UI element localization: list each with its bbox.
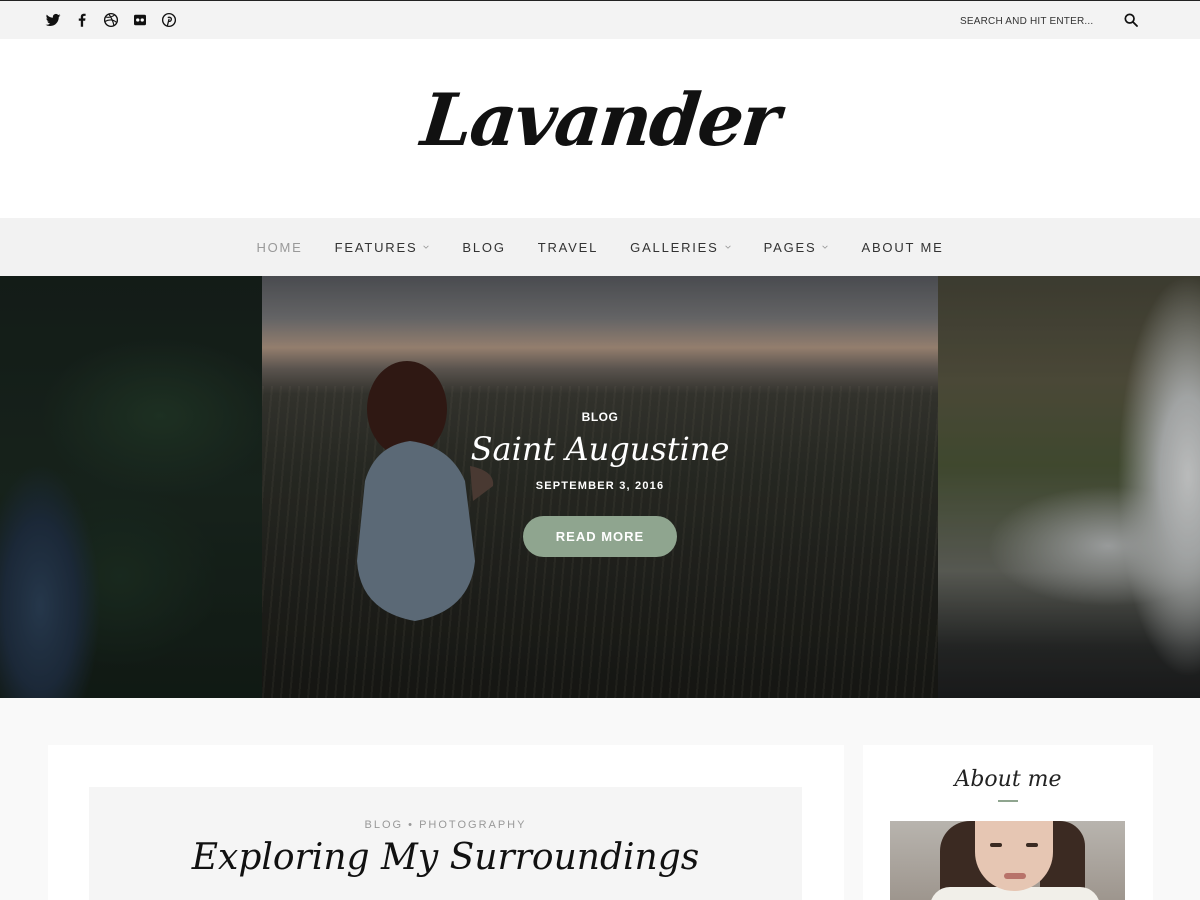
nav-label: TRAVEL — [537, 239, 599, 255]
social-links — [44, 11, 189, 29]
nav-item-blog[interactable]: BLOG — [462, 240, 505, 255]
search-icon[interactable] — [1123, 12, 1141, 30]
nav-label: ABOUT ME — [861, 239, 944, 255]
nav-label: PAGES — [763, 239, 817, 255]
slide-title[interactable]: Saint Augustine — [262, 430, 938, 468]
slide-caption: BLOG Saint Augustine SEPTEMBER 3, 2016 R… — [262, 410, 938, 557]
nav-item-travel[interactable]: TRAVEL — [538, 240, 598, 255]
title-divider — [998, 800, 1018, 802]
top-bar — [0, 0, 1200, 39]
chevron-down-icon — [724, 245, 731, 249]
nav-item-galleries[interactable]: GALLERIES — [630, 240, 731, 255]
featured-slider: BLOG Saint Augustine SEPTEMBER 3, 2016 R… — [0, 276, 1200, 698]
chevron-down-icon — [822, 245, 829, 249]
main-navigation: HOME FEATURES BLOG TRAVEL GALLERIES PAGE… — [0, 218, 1200, 276]
search-box — [960, 10, 1150, 32]
nav-label: BLOG — [462, 239, 506, 255]
slide-previous-image[interactable] — [0, 276, 262, 698]
slide-date: SEPTEMBER 3, 2016 — [535, 480, 665, 492]
category-separator: • — [408, 819, 415, 831]
nav-item-home[interactable]: HOME — [256, 240, 302, 255]
widget-title: About me — [954, 767, 1062, 792]
nav-item-about-me[interactable]: ABOUT ME — [861, 240, 943, 255]
slide-next-image[interactable] — [938, 276, 1200, 698]
post-category-blog[interactable]: BLOG — [365, 819, 404, 831]
sidebar-about-widget: About me — [863, 745, 1153, 900]
post-title[interactable]: Exploring My Surroundings — [89, 837, 802, 878]
post-categories: BLOG • PHOTOGRAPHY — [89, 819, 802, 831]
dribbble-icon[interactable] — [102, 11, 120, 29]
flickr-icon[interactable] — [131, 11, 149, 29]
post-card: BLOG • PHOTOGRAPHY Exploring My Surround… — [48, 745, 844, 900]
twitter-icon[interactable] — [44, 11, 62, 29]
nav-item-features[interactable]: FEATURES — [335, 240, 431, 255]
nav-label: FEATURES — [334, 239, 418, 255]
header-logo-area: Lavander — [0, 39, 1200, 218]
pinterest-icon[interactable] — [160, 11, 178, 29]
facebook-icon[interactable] — [73, 11, 91, 29]
slide-category[interactable]: BLOG — [262, 410, 938, 424]
post-header: BLOG • PHOTOGRAPHY Exploring My Surround… — [89, 787, 802, 900]
post-category-photography[interactable]: PHOTOGRAPHY — [419, 819, 526, 831]
about-me-photo — [890, 821, 1125, 900]
nav-label: HOME — [256, 239, 303, 255]
read-more-button[interactable]: READ MORE — [523, 516, 677, 557]
search-input[interactable] — [960, 10, 1110, 32]
nav-item-pages[interactable]: PAGES — [764, 240, 830, 255]
nav-label: GALLERIES — [630, 239, 719, 255]
chevron-down-icon — [423, 245, 430, 249]
site-logo[interactable]: Lavander — [0, 77, 1200, 162]
